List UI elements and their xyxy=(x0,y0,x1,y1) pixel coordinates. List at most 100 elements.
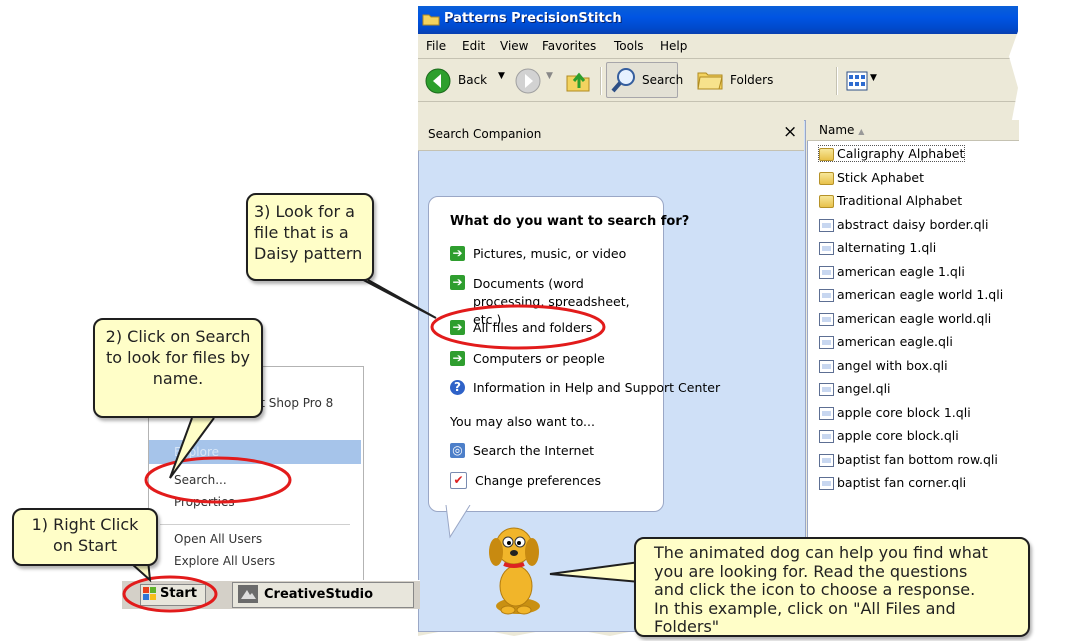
back-dropdown-icon[interactable]: ▼ xyxy=(498,71,505,81)
file-list-item[interactable]: american eagle 1.qli xyxy=(819,264,965,279)
search-dog-icon[interactable] xyxy=(482,518,552,618)
creativestudio-label[interactable]: CreativeStudio xyxy=(264,587,373,602)
menu-view[interactable]: View xyxy=(500,39,528,53)
title-bar[interactable]: Patterns PrecisionStitch xyxy=(418,6,1018,34)
callout-dog-text: The animated dog can help you find what … xyxy=(654,543,988,636)
file-name: alternating 1.qli xyxy=(837,240,937,255)
file-name: baptist fan bottom row.qli xyxy=(837,451,998,467)
file-list-item[interactable]: alternating 1.qli xyxy=(819,240,936,255)
folders-icon[interactable] xyxy=(696,67,726,93)
folder-icon xyxy=(819,171,834,185)
file-list-item[interactable]: american eagle world.qli xyxy=(819,311,991,326)
menu-bar: File Edit View Favorites Tools Help xyxy=(418,34,1018,59)
file-name: american eagle world 1.qli xyxy=(837,287,1004,302)
folder-icon xyxy=(819,195,834,208)
menu-item-search[interactable]: Search... xyxy=(174,473,227,487)
file-icon xyxy=(819,453,834,467)
file-name: abstract daisy border.qli xyxy=(837,216,989,232)
preferences-icon: ✔ xyxy=(450,472,467,489)
file-icon xyxy=(819,406,834,420)
menu-help[interactable]: Help xyxy=(660,39,687,53)
file-list-item[interactable]: baptist fan bottom row.qli xyxy=(819,452,998,467)
file-icon xyxy=(819,218,834,232)
file-icon xyxy=(819,477,834,490)
option-documents[interactable]: ➔ Documents (word processing, spreadsheet… xyxy=(450,275,655,327)
file-icon xyxy=(819,312,834,326)
file-list-item[interactable]: Caligraphy Alphabet xyxy=(817,145,966,162)
folder-up-icon[interactable] xyxy=(564,66,592,94)
folder-icon xyxy=(819,148,834,161)
file-list-item[interactable]: abstract daisy border.qli xyxy=(819,217,988,232)
callout-dog: The animated dog can help you find what … xyxy=(634,537,1030,637)
also-label: You may also want to... xyxy=(450,414,595,429)
help-icon: ? xyxy=(450,380,465,395)
creativestudio-app-icon xyxy=(238,585,258,603)
option-computers-people[interactable]: ➔ Computers or people xyxy=(450,350,605,366)
menu-divider xyxy=(160,524,350,525)
start-label[interactable]: Start xyxy=(160,586,197,601)
file-list-item[interactable]: american eagle world 1.qli xyxy=(819,287,1003,302)
search-question: What do you want to search for? xyxy=(450,214,690,229)
file-name: apple core block.qli xyxy=(837,428,959,443)
magnifier-icon xyxy=(611,68,635,93)
option-pictures[interactable]: ➔ Pictures, music, or video xyxy=(450,245,626,261)
file-list-item[interactable]: angel.qli xyxy=(819,381,891,396)
file-name: american eagle.qli xyxy=(837,334,953,349)
menu-favorites[interactable]: Favorites xyxy=(542,39,596,53)
file-icon xyxy=(819,336,834,349)
column-name[interactable]: Name ▲ xyxy=(819,123,864,137)
folders-button-label[interactable]: Folders xyxy=(730,73,773,87)
menu-item-open-all-users[interactable]: Open All Users xyxy=(174,532,262,546)
file-name: apple core block 1.qli xyxy=(837,404,971,420)
menu-tools[interactable]: Tools xyxy=(614,39,644,53)
file-list-item[interactable]: Traditional Alphabet xyxy=(819,193,962,208)
file-name: american eagle world.qli xyxy=(837,310,992,326)
file-list-item[interactable]: apple core block 1.qli xyxy=(819,405,971,420)
file-list-item[interactable]: angel with box.qli xyxy=(819,358,948,373)
file-icon xyxy=(819,383,834,396)
file-icon xyxy=(819,242,834,255)
callout-step2: 2) Click on Search to look for files by … xyxy=(93,318,263,418)
option-help-support[interactable]: ? Information in Help and Support Center xyxy=(450,379,720,395)
file-list-item[interactable]: apple core block.qli xyxy=(819,428,959,443)
search-button-label[interactable]: Search xyxy=(642,73,683,87)
forward-dropdown-icon[interactable]: ▼ xyxy=(546,71,553,81)
option-search-internet[interactable]: ◎ Search the Internet xyxy=(450,442,594,458)
file-name: baptist fan corner.qli xyxy=(837,475,967,490)
menu-edit[interactable]: Edit xyxy=(462,39,485,53)
menu-item-properties[interactable]: Properties xyxy=(174,495,235,509)
green-arrow-icon: ➔ xyxy=(450,246,465,261)
views-dropdown-icon[interactable]: ▼ xyxy=(870,73,877,83)
file-list-item[interactable]: american eagle.qli xyxy=(819,334,953,349)
toolbar: Back ▼ ▼ Search Folders ▼ xyxy=(418,59,1018,102)
callout-step1: 1) Right Click on Start xyxy=(12,508,158,566)
file-name: angel with box.qli xyxy=(837,357,948,373)
windows-logo-icon xyxy=(143,587,156,600)
menu-item-explore-all-users[interactable]: Explore All Users xyxy=(174,554,275,568)
callout-step3-text: 3) Look for a file that is a Daisy patte… xyxy=(254,202,363,263)
file-list-item[interactable]: Stick Aphabet xyxy=(819,170,924,185)
file-name: american eagle 1.qli xyxy=(837,263,965,279)
window-title: Patterns PrecisionStitch xyxy=(444,11,622,26)
close-icon[interactable]: × xyxy=(783,122,797,142)
menu-file[interactable]: File xyxy=(426,39,446,53)
option-change-preferences[interactable]: ✔ Change preferences xyxy=(450,472,601,489)
forward-arrow-icon[interactable] xyxy=(514,67,542,95)
option-all-files[interactable]: ➔ All files and folders xyxy=(450,319,592,335)
views-icon[interactable] xyxy=(846,71,868,91)
file-icon xyxy=(819,430,834,443)
file-icon xyxy=(819,359,834,373)
file-list-item[interactable]: baptist fan corner.qli xyxy=(819,475,966,490)
back-button-label[interactable]: Back xyxy=(458,73,487,87)
globe-search-icon: ◎ xyxy=(450,443,465,458)
sort-ascending-icon: ▲ xyxy=(858,127,865,136)
search-companion-title: Search Companion xyxy=(428,127,542,141)
green-arrow-icon: ➔ xyxy=(450,320,465,335)
callout-step3: 3) Look for a file that is a Daisy patte… xyxy=(246,193,374,281)
green-arrow-icon: ➔ xyxy=(450,351,465,366)
folder-icon xyxy=(422,14,440,26)
file-name: angel.qli xyxy=(837,381,891,396)
question-box-tail xyxy=(445,505,471,539)
menu-item-explore[interactable]: Explore xyxy=(174,445,219,459)
back-arrow-icon[interactable] xyxy=(424,67,452,95)
